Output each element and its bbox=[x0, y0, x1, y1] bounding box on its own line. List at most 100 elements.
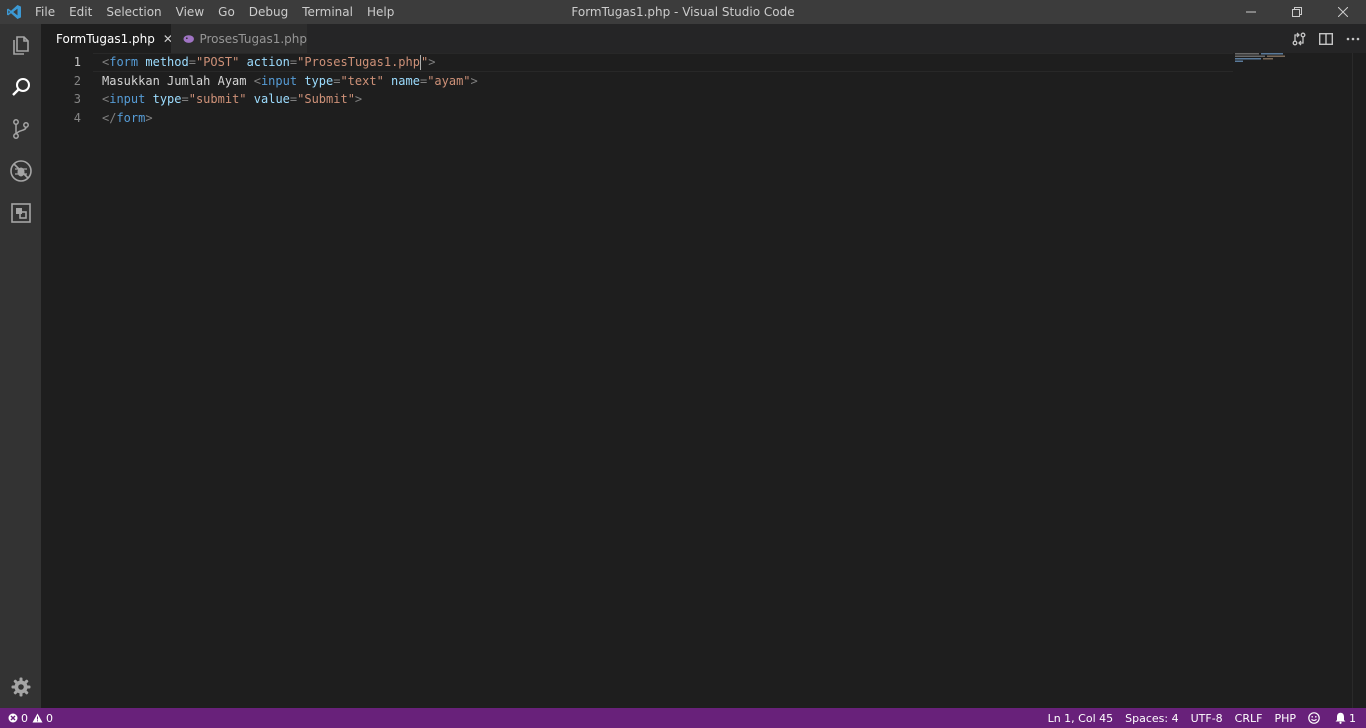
menu-help[interactable]: Help bbox=[360, 0, 401, 24]
restore-icon bbox=[1292, 7, 1302, 17]
bell-icon bbox=[1335, 712, 1346, 724]
attribute-token: value bbox=[253, 92, 290, 106]
files-icon bbox=[12, 36, 29, 55]
error-icon bbox=[8, 713, 18, 723]
vertical-scrollbar[interactable] bbox=[1352, 53, 1366, 708]
gear-icon bbox=[11, 677, 30, 697]
code-line: <input type="submit" value="Submit"> bbox=[102, 90, 478, 109]
close-window-button[interactable] bbox=[1320, 0, 1366, 24]
php-file-icon bbox=[183, 34, 194, 43]
tab-prosestugas1[interactable]: ProsesTugas1.php bbox=[171, 24, 307, 53]
smiley-icon bbox=[1308, 712, 1320, 724]
punctuation-token: </ bbox=[102, 110, 117, 125]
warning-count: 0 bbox=[46, 711, 53, 725]
punctuation-token: = bbox=[181, 92, 189, 106]
notifications-button[interactable]: 1 bbox=[1335, 712, 1356, 725]
line-number: 1 bbox=[73, 55, 81, 69]
attribute-token: type bbox=[304, 73, 334, 88]
line-number: 4 bbox=[73, 110, 81, 125]
debug-icon bbox=[9, 160, 32, 182]
code-line: <form method="POST" action="ProsesTugas1… bbox=[102, 53, 478, 72]
source-control-button[interactable] bbox=[0, 108, 41, 150]
code-area[interactable]: <form method="POST" action="ProsesTugas1… bbox=[102, 53, 478, 127]
code-editor[interactable]: 1 2 3 4 <form method="POST" action="Pros… bbox=[41, 53, 1366, 708]
split-editor-icon bbox=[1318, 32, 1333, 45]
text-token: Masukkan Jumlah Ayam bbox=[102, 73, 254, 88]
menu-file[interactable]: File bbox=[28, 0, 62, 24]
tag-token: form bbox=[109, 55, 139, 69]
extensions-button[interactable] bbox=[0, 192, 41, 234]
punctuation-token: > bbox=[428, 55, 436, 69]
debug-button[interactable] bbox=[0, 150, 41, 192]
split-editor-button[interactable] bbox=[1312, 24, 1339, 53]
line-number-gutter: 1 2 3 4 bbox=[41, 53, 93, 127]
extensions-icon bbox=[10, 203, 31, 223]
punctuation-token: = bbox=[188, 55, 196, 69]
explorer-button[interactable] bbox=[0, 24, 41, 66]
cursor-position[interactable]: Ln 1, Col 45 bbox=[1048, 712, 1114, 725]
indentation[interactable]: Spaces: 4 bbox=[1125, 712, 1178, 725]
vscode-logo-icon bbox=[7, 5, 21, 19]
menu-debug[interactable]: Debug bbox=[242, 0, 295, 24]
punctuation-token: < bbox=[253, 73, 261, 88]
string-token: "POST" bbox=[195, 55, 240, 69]
error-count: 0 bbox=[21, 711, 28, 725]
search-button[interactable] bbox=[0, 66, 41, 108]
line-number: 2 bbox=[73, 73, 81, 88]
tag-token: input bbox=[109, 92, 146, 106]
menu-edit[interactable]: Edit bbox=[62, 0, 99, 24]
attribute-token: name bbox=[391, 73, 420, 88]
minimap[interactable] bbox=[1235, 53, 1355, 63]
string-token: "ProsesTugas1.php bbox=[297, 55, 420, 69]
punctuation-token: > bbox=[470, 73, 478, 88]
punctuation-token: > bbox=[354, 92, 363, 106]
notification-count: 1 bbox=[1349, 711, 1356, 725]
editor-actions bbox=[1285, 24, 1366, 53]
compare-icon bbox=[1292, 32, 1305, 45]
minimize-button[interactable] bbox=[1228, 0, 1274, 24]
feedback-button[interactable] bbox=[1308, 712, 1323, 724]
code-line: Masukkan Jumlah Ayam <input type="text" … bbox=[102, 72, 478, 91]
language-mode[interactable]: PHP bbox=[1274, 712, 1296, 725]
minimize-icon bbox=[1246, 11, 1256, 13]
close-icon bbox=[1338, 7, 1348, 17]
restore-button[interactable] bbox=[1274, 0, 1320, 24]
status-right: Ln 1, Col 45 Spaces: 4 UTF-8 CRLF PHP 1 bbox=[1036, 708, 1356, 728]
open-changes-button[interactable] bbox=[1285, 24, 1312, 53]
tab-label: FormTugas1.php bbox=[56, 31, 155, 46]
string-token: "submit" bbox=[188, 92, 247, 106]
menu-selection[interactable]: Selection bbox=[99, 0, 168, 24]
problems-indicator[interactable]: 0 0 bbox=[8, 712, 53, 725]
punctuation-token: > bbox=[145, 110, 153, 125]
attribute-token: method bbox=[145, 55, 189, 69]
string-token: "text" bbox=[340, 73, 384, 88]
string-token: "ayam" bbox=[427, 73, 471, 88]
activity-bar bbox=[0, 24, 41, 708]
tab-bar: FormTugas1.php ✕ ProsesTugas1.php bbox=[41, 24, 1366, 53]
tab-label: ProsesTugas1.php bbox=[199, 31, 307, 46]
title-bar: File Edit Selection View Go Debug Termin… bbox=[0, 0, 1366, 24]
attribute-token: type bbox=[152, 92, 182, 106]
tag-token: input bbox=[260, 73, 298, 88]
menu-terminal[interactable]: Terminal bbox=[295, 0, 360, 24]
menu-bar: File Edit Selection View Go Debug Termin… bbox=[28, 0, 401, 24]
code-line: </form> bbox=[102, 109, 478, 128]
search-icon bbox=[11, 78, 30, 96]
line-number: 3 bbox=[73, 92, 81, 106]
menu-go[interactable]: Go bbox=[211, 0, 242, 24]
string-token: "Submit" bbox=[297, 92, 355, 106]
more-actions-button[interactable] bbox=[1339, 24, 1366, 53]
attribute-token: action bbox=[246, 55, 290, 69]
encoding[interactable]: UTF-8 bbox=[1191, 712, 1223, 725]
manage-button[interactable] bbox=[0, 666, 41, 708]
end-of-line[interactable]: CRLF bbox=[1235, 712, 1263, 725]
ellipsis-icon bbox=[1346, 37, 1359, 40]
tab-formtugas1[interactable]: FormTugas1.php ✕ bbox=[41, 24, 173, 53]
tag-token: form bbox=[116, 110, 146, 125]
source-control-icon bbox=[12, 119, 29, 139]
menu-view[interactable]: View bbox=[169, 0, 211, 24]
